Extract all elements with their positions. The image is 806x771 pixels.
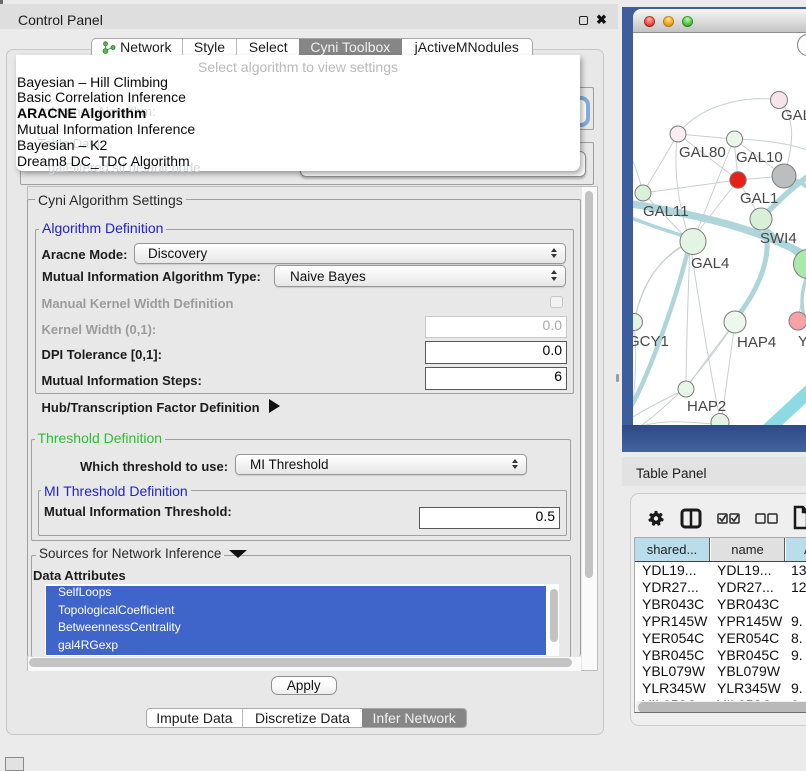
svg-text:GAL1: GAL1 [740,190,778,207]
svg-text:GAL10: GAL10 [736,149,783,166]
svg-text:GAL11: GAL11 [643,203,689,220]
svg-text:GAL4: GAL4 [691,255,729,272]
svg-text:HAP4: HAP4 [737,334,776,351]
svg-text:SWI4: SWI4 [760,230,797,247]
svg-text:GCY1: GCY1 [633,333,669,350]
svg-text:GAL80: GAL80 [679,144,726,161]
svg-text:Y: Y [798,333,806,350]
svg-text:GAL7: GAL7 [781,107,806,124]
svg-text:HAP2: HAP2 [687,398,726,415]
